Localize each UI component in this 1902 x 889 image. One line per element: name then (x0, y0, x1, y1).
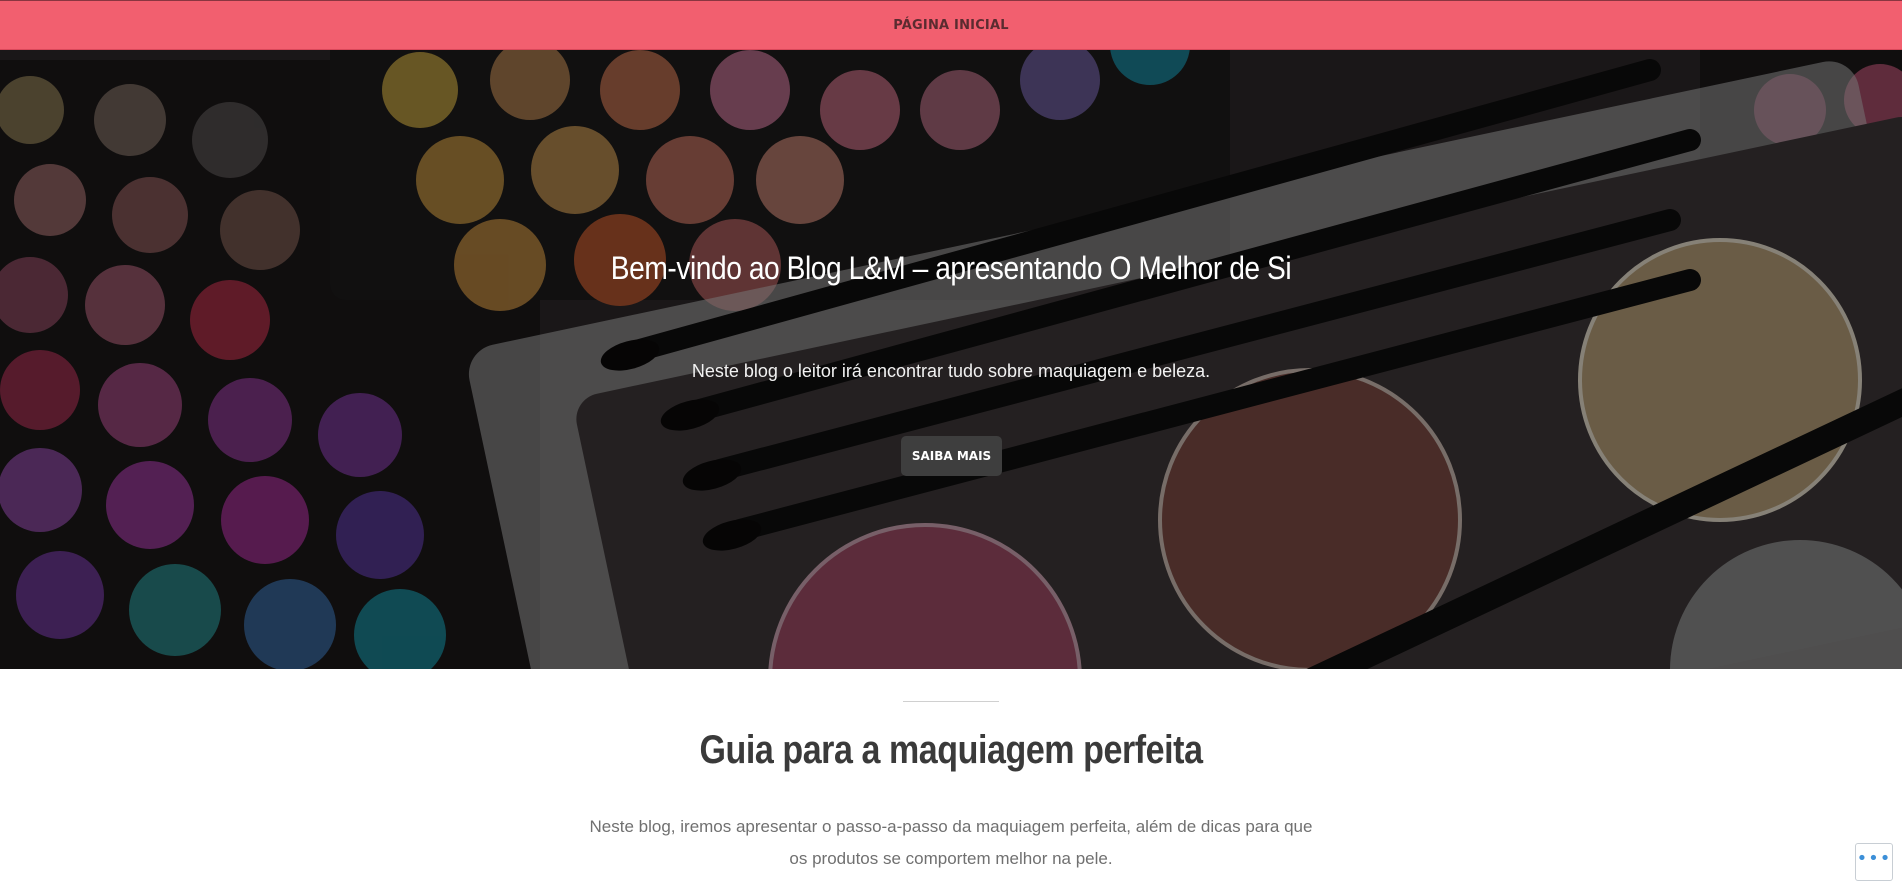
ellipsis-icon: ••• (1856, 848, 1892, 869)
section-title: Guia para a maquiagem perfeita (699, 728, 1203, 772)
hero-content: Bem-vindo ao Blog L&M – apresentando O M… (0, 50, 1902, 669)
hero-subtitle: Neste blog o leitor irá encontrar tudo s… (691, 361, 1211, 381)
hero-title: Bem-vindo ao Blog L&M – apresentando O M… (610, 250, 1292, 286)
more-actions-button[interactable]: ••• (1855, 843, 1893, 881)
top-navigation-bar: PÁGINA INICIAL (0, 0, 1902, 50)
nav-link-home[interactable]: PÁGINA INICIAL (893, 18, 1008, 33)
section-divider (903, 701, 999, 702)
saiba-mais-button[interactable]: SAIBA MAIS (901, 436, 1002, 476)
section-description: Neste blog, iremos apresentar o passo-a-… (589, 817, 1313, 868)
hero-banner: Bem-vindo ao Blog L&M – apresentando O M… (0, 50, 1902, 669)
